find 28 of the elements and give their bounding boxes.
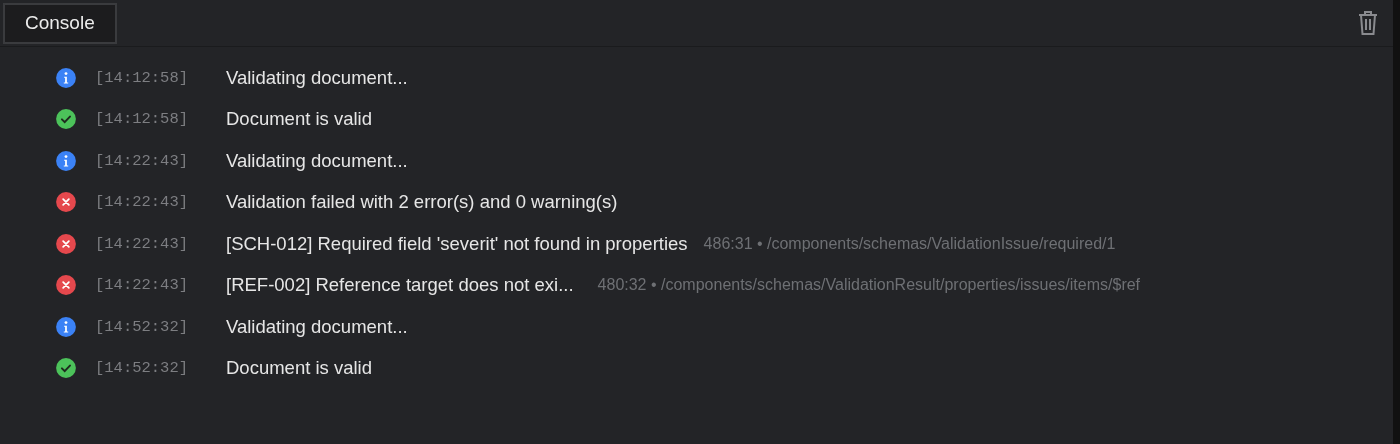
check-icon [55,357,77,380]
check-icon [55,108,77,131]
log-message: Validating document... [226,66,408,89]
log-message: [SCH-012] Required field 'severit' not found in properties [226,232,688,255]
log-timestamp: [14:52:32] [95,317,189,336]
log-timestamp: [14:22:43] [95,276,189,295]
log-message: Document is valid [226,357,372,380]
log-message: Validating document... [226,315,408,338]
log-timestamp: [14:52:32] [95,359,189,378]
log-message: Validation failed with 2 error(s) and 0 warning(s) [226,191,618,214]
info-icon [55,149,77,172]
log-location: 486:31 • /components/schemas/ValidationIssue/required/1 [703,234,1116,253]
log-message: Validating document... [226,149,408,172]
error-icon [55,191,77,214]
info-icon [55,315,77,338]
log-timestamp: [14:22:43] [95,193,189,212]
trash-icon[interactable] [1357,10,1379,36]
log-timestamp: [14:12:58] [95,110,189,129]
console-tab[interactable]: Console [3,2,117,44]
log-timestamp: [14:22:43] [95,151,189,170]
log-timestamp: [14:12:58] [95,68,189,87]
info-icon [55,66,77,89]
log-message: [REF-002] Reference target does not exi... [226,274,574,297]
error-icon [55,274,77,297]
log-location: 480:32 • /components/schemas/ValidationResult/properties/issues/items/$ref [597,276,1141,295]
log-timestamp: [14:22:43] [95,234,189,253]
error-icon [55,232,77,255]
log-message: Document is valid [226,108,372,131]
